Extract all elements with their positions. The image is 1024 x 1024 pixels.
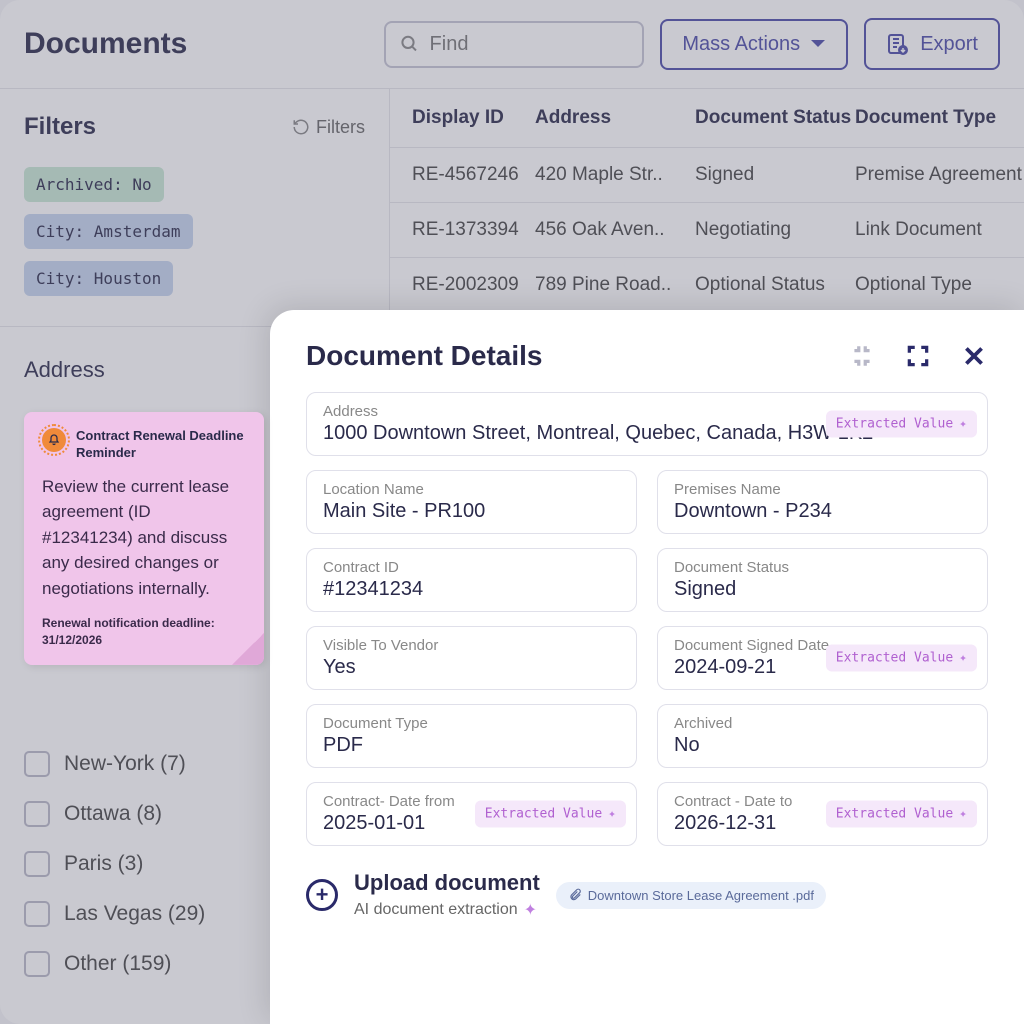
document-details-panel: Document Details Address 1000 Downtown S… <box>270 310 1024 1024</box>
checkbox[interactable] <box>24 801 50 827</box>
close-icon[interactable] <box>960 342 988 370</box>
field-premises-name[interactable]: Premises NameDowntown - P234 <box>657 470 988 534</box>
fullscreen-icon[interactable] <box>904 342 932 370</box>
extracted-badge: Extracted Value✦ <box>826 411 977 438</box>
field-location-name[interactable]: Location NameMain Site - PR100 <box>306 470 637 534</box>
mass-actions-button[interactable]: Mass Actions <box>660 19 848 70</box>
table-header: Display ID Address Document Status Docum… <box>390 89 1024 148</box>
export-button[interactable]: Export <box>864 18 1000 70</box>
upload-subtitle: AI document extraction✦ <box>354 900 540 920</box>
note-body: Review the current lease agreement (ID #… <box>42 474 246 602</box>
table-row[interactable]: RE-2002309789 Pine Road..Optional Status… <box>390 258 1024 313</box>
checkbox[interactable] <box>24 851 50 877</box>
field-address[interactable]: Address 1000 Downtown Street, Montreal, … <box>306 392 988 456</box>
bell-icon <box>42 428 66 452</box>
filters-title: Filters <box>24 113 96 141</box>
paperclip-icon <box>568 888 582 902</box>
checkbox[interactable] <box>24 901 50 927</box>
chevron-down-icon <box>810 39 826 49</box>
filter-chip[interactable]: City: Houston <box>24 261 173 296</box>
extracted-badge: Extracted Value✦ <box>826 801 977 828</box>
export-icon <box>886 32 910 56</box>
table-row[interactable]: RE-4567246420 Maple Str..SignedPremise A… <box>390 148 1024 203</box>
field-document-status[interactable]: Document StatusSigned <box>657 548 988 612</box>
checkbox[interactable] <box>24 951 50 977</box>
checkbox[interactable] <box>24 751 50 777</box>
upload-document-button[interactable]: Upload document <box>354 870 540 896</box>
field-signed-date[interactable]: Document Signed Date2024-09-21 Extracted… <box>657 626 988 690</box>
search-input[interactable] <box>430 33 629 56</box>
note-deadline: Renewal notification deadline: 31/12/202… <box>42 615 246 649</box>
field-document-type[interactable]: Document TypePDF <box>306 704 637 768</box>
search-box[interactable] <box>384 21 644 68</box>
search-icon <box>400 33 419 55</box>
field-archived[interactable]: ArchivedNo <box>657 704 988 768</box>
add-icon[interactable]: + <box>306 879 338 911</box>
field-visible-vendor[interactable]: Visible To VendorYes <box>306 626 637 690</box>
reminder-note[interactable]: Contract Renewal Deadline Reminder Revie… <box>24 412 264 665</box>
attachment-chip[interactable]: Downtown Store Lease Agreement .pdf <box>556 882 826 909</box>
refresh-icon <box>292 118 310 136</box>
panel-title: Document Details <box>306 340 848 372</box>
field-date-to[interactable]: Contract - Date to2026-12-31 Extracted V… <box>657 782 988 846</box>
field-contract-id[interactable]: Contract ID#12341234 <box>306 548 637 612</box>
page-title: Documents <box>24 27 368 61</box>
minimize-icon[interactable] <box>848 342 876 370</box>
extracted-badge: Extracted Value✦ <box>826 645 977 672</box>
note-title: Contract Renewal Deadline Reminder <box>76 428 246 462</box>
filter-chip[interactable]: City: Amsterdam <box>24 214 193 249</box>
filter-chip[interactable]: Archived: No <box>24 167 164 202</box>
field-date-from[interactable]: Contract- Date from2025-01-01 Extracted … <box>306 782 637 846</box>
filters-reset[interactable]: Filters <box>292 117 365 138</box>
table-row[interactable]: RE-1373394456 Oak Aven..NegotiatingLink … <box>390 203 1024 258</box>
extracted-badge: Extracted Value✦ <box>475 801 626 828</box>
